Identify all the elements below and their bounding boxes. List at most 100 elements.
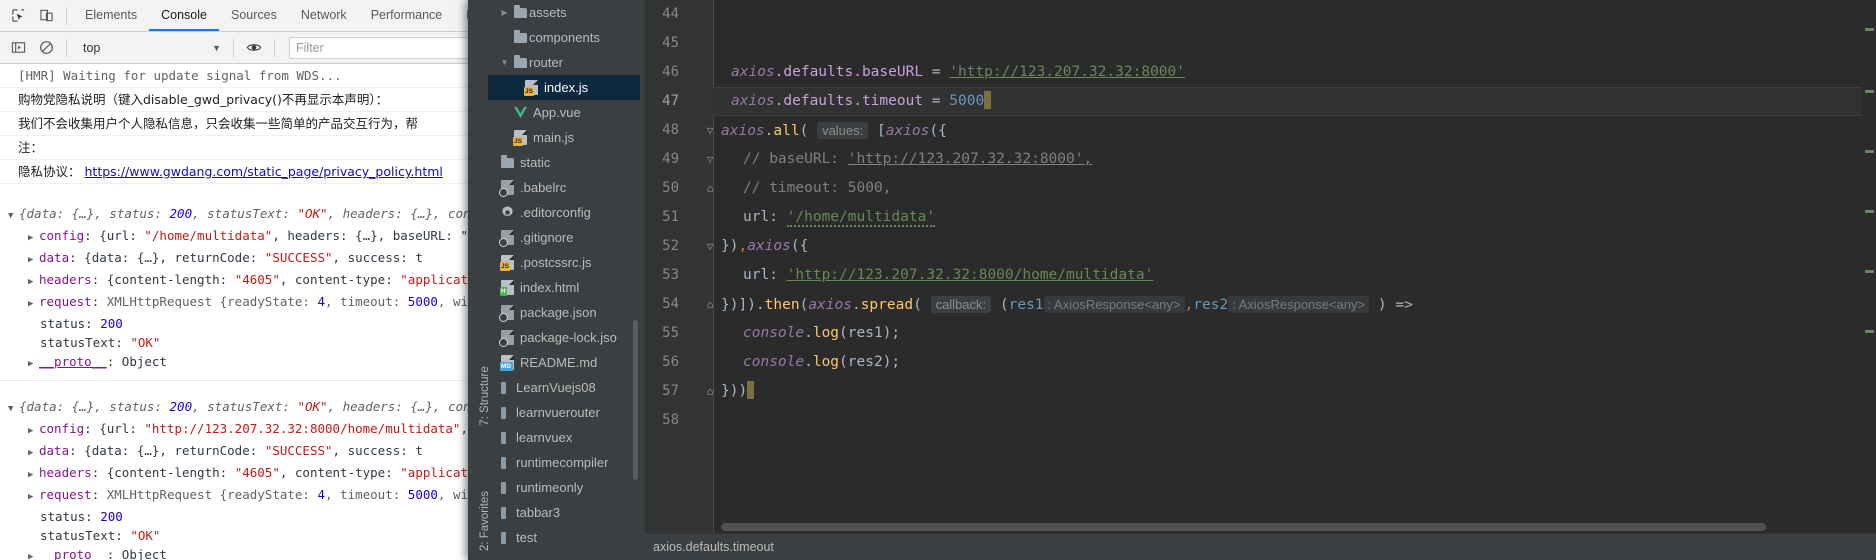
tree-item-learnvuejs08[interactable]: LearnVuejs08	[488, 375, 640, 400]
tree-item-package-json[interactable]: package.json	[488, 300, 640, 325]
tree-item-runtimeonly[interactable]: runtimeonly	[488, 475, 640, 500]
tree-item-learnvuex[interactable]: learnvuex	[488, 425, 640, 450]
tree-item-tabbar3[interactable]: tabbar3	[488, 500, 640, 525]
expanded-triangle-icon[interactable]: ▼	[8, 207, 19, 226]
module-icon	[494, 406, 512, 419]
tab-sources[interactable]: Sources	[219, 0, 289, 31]
marker-warning[interactable]	[1865, 28, 1874, 31]
inspect-element-icon[interactable]	[4, 3, 32, 29]
code-line-51: url: '/home/multidata'	[743, 209, 936, 227]
module-icon	[494, 531, 512, 544]
chevron-down-icon: ▼	[212, 42, 221, 53]
tree-item-package-lock-json[interactable]: package-lock.jso	[488, 325, 640, 350]
tree-item-editorconfig[interactable]: .editorconfig	[488, 200, 640, 225]
module-icon	[494, 456, 512, 469]
code-line-50: // timeout: 5000,	[743, 180, 892, 196]
toolbar-divider	[66, 6, 67, 25]
config-file-icon	[498, 180, 516, 197]
code-line-56: console.log(res2);	[743, 354, 901, 370]
code-line-53: url: 'http://123.207.32.32:8000/home/mul…	[743, 267, 1154, 283]
editor-marker-band[interactable]	[1862, 0, 1876, 560]
collapsed-triangle-icon[interactable]: ▶	[28, 548, 39, 560]
collapsed-triangle-icon[interactable]: ▶	[28, 273, 39, 292]
line-number: 47	[662, 93, 679, 109]
tree-item-assets[interactable]: ▶ assets	[488, 0, 640, 25]
code-line-57: }))	[713, 377, 1876, 406]
editor-gutter[interactable]: 44 45 46 47 48 49 50 51 52 53 54 55 56 5…	[645, 0, 714, 560]
collapsed-triangle-icon[interactable]: ▶	[28, 444, 39, 463]
parameter-hint-callback: callback:	[930, 296, 992, 313]
marker-warning[interactable]	[1865, 270, 1874, 273]
tree-item-babelrc[interactable]: .babelrc	[488, 175, 640, 200]
marker-warning[interactable]	[1865, 210, 1874, 213]
code-line-46: axios.defaults.baseURL = 'http://123.207…	[731, 64, 1185, 80]
line-number: 52	[662, 238, 679, 254]
clear-console-icon[interactable]	[32, 35, 60, 61]
tree-item-runtimecompiler[interactable]: runtimecompiler	[488, 450, 640, 475]
ide-tool-strip: 7: Structure 2: Favorites	[468, 0, 491, 560]
editor-statusbar: axios.defaults.timeout	[645, 533, 1876, 560]
context-selector[interactable]: top ▼	[77, 37, 227, 59]
tree-item-main-js[interactable]: JS main.js	[488, 125, 640, 150]
collapsed-triangle-icon[interactable]: ▶	[28, 295, 39, 314]
expanded-triangle-icon[interactable]: ▼	[8, 400, 19, 419]
tab-console[interactable]: Console	[149, 0, 219, 31]
tree-item-test[interactable]: test	[488, 525, 640, 550]
marker-warning[interactable]	[1865, 90, 1874, 93]
module-icon	[494, 481, 512, 494]
tree-item-index-html[interactable]: H index.html	[488, 275, 640, 300]
tree-item-static[interactable]: static	[488, 150, 640, 175]
collapsed-triangle-icon[interactable]: ▶	[28, 422, 39, 441]
context-selector-value: top	[83, 40, 101, 55]
tab-elements[interactable]: Elements	[73, 0, 149, 31]
tree-item-learnvuerouter[interactable]: learnvuerouter	[488, 400, 640, 425]
tree-item-readme-md[interactable]: MD README.md	[488, 350, 640, 375]
tree-item-index-js[interactable]: JS index.js	[488, 75, 640, 100]
text-caret-secondary	[747, 381, 755, 399]
chevron-right-icon[interactable]: ▶	[498, 8, 511, 17]
editor-horizontal-scrollbar[interactable]	[721, 523, 1766, 531]
tab-performance[interactable]: Performance	[359, 0, 455, 31]
tab-network[interactable]: Network	[289, 0, 359, 31]
live-expression-icon[interactable]	[240, 35, 268, 61]
line-number: 55	[662, 325, 679, 341]
line-number: 48	[662, 122, 679, 138]
line-number: 49	[662, 151, 679, 167]
breadcrumb[interactable]: axios.defaults.timeout	[653, 540, 774, 554]
tree-item-postcssrc-js[interactable]: JS .postcssrc.js	[488, 250, 640, 275]
collapsed-triangle-icon[interactable]: ▶	[28, 229, 39, 248]
ide-window: 7: Structure 2: Favorites ▶ assets compo…	[468, 0, 1876, 560]
tree-item-gitignore[interactable]: .gitignore	[488, 225, 640, 250]
tree-scrollbar[interactable]	[633, 320, 638, 480]
collapsed-triangle-icon[interactable]: ▶	[28, 251, 39, 270]
code-line-52: }),axios({	[721, 238, 809, 254]
tree-item-router[interactable]: ▼ router	[488, 50, 640, 75]
collapsed-triangle-icon[interactable]: ▶	[28, 466, 39, 485]
marker-warning[interactable]	[1865, 330, 1874, 333]
code-line-54: })]).then(axios.spread( callback: (res1:…	[721, 296, 1413, 313]
device-toolbar-icon[interactable]	[32, 3, 60, 29]
project-file-tree[interactable]: ▶ assets components ▼ router JS index.js…	[488, 0, 640, 560]
chevron-down-icon[interactable]: ▼	[498, 58, 511, 67]
line-number: 44	[662, 6, 679, 22]
module-icon	[494, 506, 512, 519]
filter-divider	[274, 38, 275, 57]
line-number: 45	[662, 35, 679, 51]
marker-warning[interactable]	[1865, 150, 1874, 153]
collapsed-triangle-icon[interactable]: ▶	[28, 355, 39, 374]
collapsed-triangle-icon[interactable]: ▶	[28, 488, 39, 507]
privacy-link-prefix: 隐私协议：	[18, 164, 81, 179]
console-sidebar-icon[interactable]	[4, 35, 32, 61]
folder-icon	[511, 4, 529, 18]
folder-icon	[498, 154, 516, 168]
markdown-file-icon: MD	[498, 355, 516, 371]
tree-item-components[interactable]: components	[488, 25, 640, 50]
tree-item-app-vue[interactable]: App.vue	[488, 100, 640, 125]
module-icon	[494, 431, 512, 444]
code-content[interactable]: axios.defaults.baseURL = 'http://123.207…	[713, 0, 1876, 560]
privacy-policy-link[interactable]: https://www.gwdang.com/static_page/priva…	[85, 164, 443, 179]
line-number: 57	[662, 383, 679, 399]
code-editor[interactable]: 44 45 46 47 48 49 50 51 52 53 54 55 56 5…	[645, 0, 1876, 560]
config-file-icon	[498, 330, 516, 347]
